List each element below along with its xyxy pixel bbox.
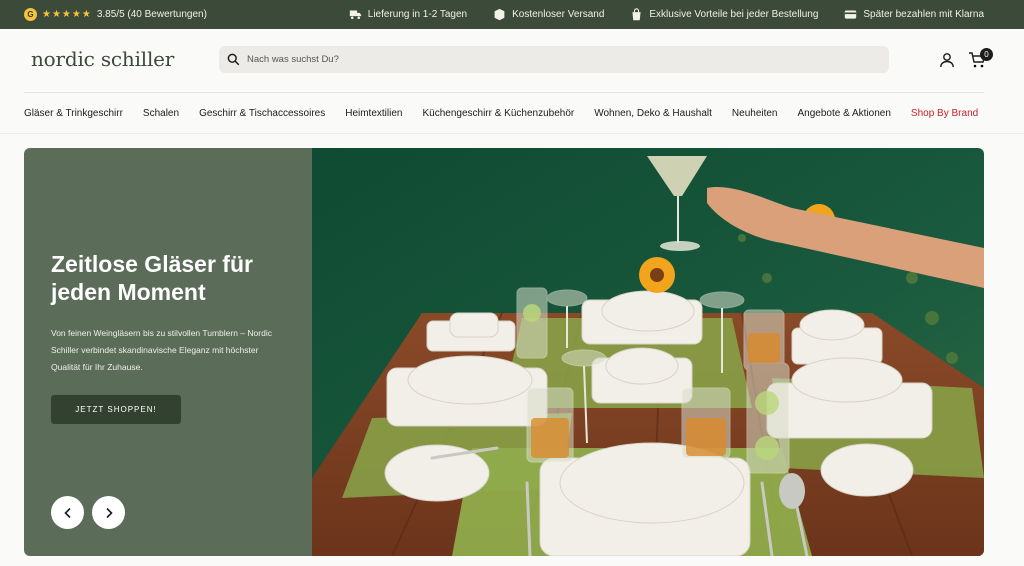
site-logo[interactable]: nordic schiller <box>31 47 174 71</box>
nav-item-shop-by-brand[interactable]: Shop By Brand <box>911 108 978 119</box>
nav-item-wohnen[interactable]: Wohnen, Deko & Haushalt <box>594 108 712 119</box>
slider-next-button[interactable] <box>92 496 125 529</box>
cart-count-badge[interactable]: 0 <box>980 48 993 61</box>
nav-divider <box>0 133 1024 134</box>
shop-now-button[interactable]: JETZT SHOPPEN! <box>51 395 181 424</box>
account-icon[interactable] <box>939 52 955 68</box>
search-icon[interactable] <box>227 53 240 66</box>
hero-description: Von feinen Weingläsern bis zu stilvollen… <box>51 328 272 372</box>
truck-icon <box>349 10 361 20</box>
rating-widget[interactable]: G ★★★★★ 3.85/5 (40 Bewertungen) <box>24 8 207 21</box>
usp-label: Kostenloser Versand <box>512 9 605 20</box>
nav-item-heimtextilien[interactable]: Heimtextilien <box>345 108 402 119</box>
search-input[interactable] <box>247 54 847 65</box>
rating-logo-icon: G <box>24 8 37 21</box>
rating-text: 3.85/5 (40 Bewertungen) <box>96 9 207 20</box>
hero-banner: Zeitlose Gläser für jeden Moment Von fei… <box>24 148 984 556</box>
hero-image <box>312 148 984 556</box>
rating-stars: ★★★★★ <box>42 9 92 20</box>
usp-benefits: Exklusive Vorteile bei jeder Bestellung <box>630 8 818 21</box>
bag-icon <box>632 8 641 21</box>
nav-item-neuheiten[interactable]: Neuheiten <box>732 108 778 119</box>
slider-prev-button[interactable] <box>51 496 84 529</box>
nav-item-schalen[interactable]: Schalen <box>143 108 179 119</box>
nav-item-glaeser[interactable]: Gläser & Trinkgeschirr <box>24 108 123 119</box>
usp-shipping: Kostenloser Versand <box>493 8 604 21</box>
box-icon <box>494 8 505 21</box>
chevron-right-icon <box>105 507 113 518</box>
usp-label: Lieferung in 1-2 Tagen <box>367 9 468 20</box>
hero-title: Zeitlose Gläser für jeden Moment <box>51 251 253 305</box>
search-bar[interactable] <box>219 46 889 73</box>
nav-item-angebote[interactable]: Angebote & Aktionen <box>798 108 891 119</box>
nav-item-kuechengeschirr[interactable]: Küchengeschirr & Küchenzubehör <box>422 108 574 119</box>
chevron-left-icon <box>63 507 71 518</box>
nav-item-geschirr[interactable]: Geschirr & Tischaccessoires <box>199 108 325 119</box>
usp-klarna: Später bezahlen mit Klarna <box>844 8 984 21</box>
usp-label: Später bezahlen mit Klarna <box>863 9 984 20</box>
usp-list: Lieferung in 1-2 Tagen Kostenloser Versa… <box>349 0 984 29</box>
card-icon <box>845 10 857 19</box>
announcement-bar: G ★★★★★ 3.85/5 (40 Bewertungen) Lieferun… <box>0 0 1024 29</box>
usp-label: Exklusive Vorteile bei jeder Bestellung <box>649 9 819 20</box>
main-navigation: Gläser & Trinkgeschirr Schalen Geschirr … <box>0 93 1024 133</box>
usp-delivery: Lieferung in 1-2 Tagen <box>349 8 467 21</box>
hero-text-panel: Zeitlose Gläser für jeden Moment Von fei… <box>24 148 312 556</box>
site-header: nordic schiller <box>0 29 1024 92</box>
